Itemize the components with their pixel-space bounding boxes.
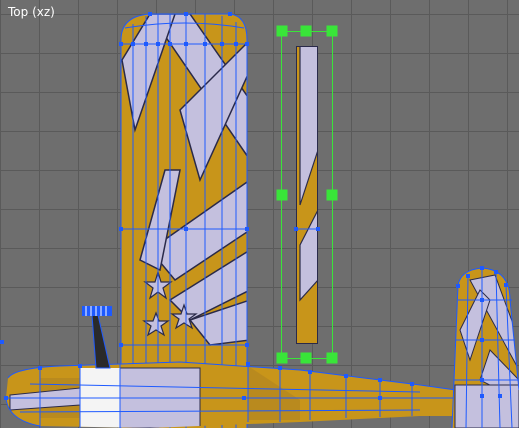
- view-label: Top (xz): [8, 5, 55, 19]
- scale-handle-top-right[interactable]: [326, 25, 338, 37]
- propeller-stand-mesh[interactable]: [82, 306, 112, 369]
- 3d-viewport[interactable]: Top (xz): [0, 0, 519, 428]
- tail-fin-mesh[interactable]: [450, 266, 519, 428]
- viewport-scene[interactable]: [0, 0, 519, 428]
- scale-handle-top-center[interactable]: [300, 25, 312, 37]
- scale-handle-bottom-right[interactable]: [326, 352, 338, 364]
- selected-strut-mesh[interactable]: [294, 46, 320, 344]
- scale-handle-bottom-center[interactable]: [300, 352, 312, 364]
- scale-handle-top-left[interactable]: [276, 25, 288, 37]
- scale-handle-middle-right[interactable]: [326, 189, 338, 201]
- viewport-grid: [0, 0, 519, 428]
- scale-handle-middle-left[interactable]: [276, 189, 288, 201]
- scale-handle-bottom-left[interactable]: [276, 352, 288, 364]
- fuselage-mesh[interactable]: [0, 340, 519, 428]
